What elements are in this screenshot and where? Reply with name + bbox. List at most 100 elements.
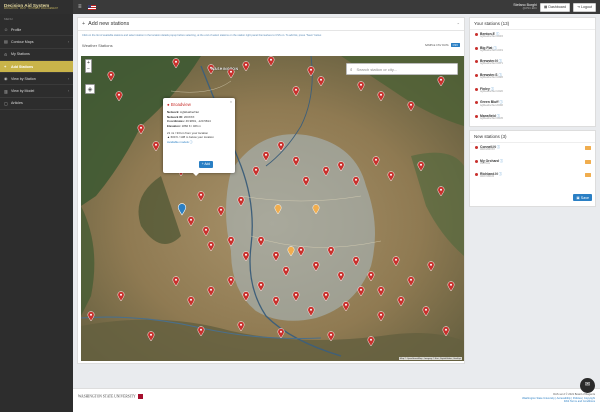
info-icon[interactable]: ⓘ xyxy=(496,145,500,149)
logout-button[interactable]: ⇥ Logout xyxy=(572,2,596,12)
station-markers-layer[interactable] xyxy=(81,56,464,361)
station-pin[interactable] xyxy=(357,81,365,92)
station-pin[interactable] xyxy=(262,151,270,162)
station-pin[interactable] xyxy=(252,166,260,177)
station-pin[interactable] xyxy=(272,251,280,262)
selected-station-pin[interactable] xyxy=(177,203,187,216)
chat-icon[interactable]: ✉ xyxy=(580,378,595,393)
station-pin[interactable] xyxy=(302,176,310,187)
sidebar-item-contour-maps[interactable]: ▤ Contour Maps › xyxy=(0,36,73,49)
save-button[interactable]: ▣ Save xyxy=(573,194,592,201)
your-station-item[interactable]: Finley ⓘ AgWeatherNet 10020 xyxy=(470,85,595,99)
station-pin[interactable] xyxy=(292,86,300,97)
map-search-field[interactable]: ⌕ Search station or city... xyxy=(346,63,458,75)
station-pin[interactable] xyxy=(237,196,245,207)
station-pin[interactable] xyxy=(307,66,315,77)
new-station-item[interactable]: Richland.N ⓘ AWN 330100 xyxy=(470,170,595,184)
station-pin[interactable] xyxy=(387,171,395,182)
your-station-item[interactable]: Brewster.N ⓘ AgWeatherNet 10071 xyxy=(470,57,595,71)
station-pin[interactable] xyxy=(357,286,365,297)
station-pin[interactable] xyxy=(377,286,385,297)
station-pin[interactable] xyxy=(257,281,265,292)
station-pin[interactable] xyxy=(407,101,415,112)
station-pin[interactable] xyxy=(307,306,315,317)
new-station-pin[interactable] xyxy=(287,246,295,257)
station-pin[interactable] xyxy=(327,246,335,257)
zoom-out-button[interactable]: − xyxy=(86,66,91,72)
remove-station-button[interactable] xyxy=(585,173,591,178)
available-models-link[interactable]: Available models ⓘ xyxy=(167,140,231,144)
footer-link-terms[interactable]: DAS Terms and Conditions xyxy=(522,400,595,404)
station-pin[interactable] xyxy=(277,328,285,339)
csv-button[interactable]: CSV xyxy=(450,43,460,47)
station-pin[interactable] xyxy=(147,331,155,342)
station-pin[interactable] xyxy=(447,281,455,292)
station-pin[interactable] xyxy=(442,326,450,337)
new-station-item[interactable]: Connell.N ⓘ AWN 200XXX xyxy=(470,143,595,157)
station-pin[interactable] xyxy=(227,276,235,287)
station-pin[interactable] xyxy=(337,161,345,172)
info-icon[interactable]: ⓘ xyxy=(498,172,502,176)
station-pin[interactable] xyxy=(217,206,225,217)
add-station-button[interactable]: + Add xyxy=(198,161,213,168)
station-pin[interactable] xyxy=(337,271,345,282)
station-pin[interactable] xyxy=(172,276,180,287)
station-pin[interactable] xyxy=(407,276,415,287)
station-pin[interactable] xyxy=(282,266,290,277)
sidebar-item-profile[interactable]: ☺ Profile xyxy=(0,24,73,37)
station-pin[interactable] xyxy=(367,271,375,282)
station-pin[interactable] xyxy=(322,291,330,302)
station-pin[interactable] xyxy=(417,161,425,172)
station-pin[interactable] xyxy=(437,186,445,197)
remove-station-button[interactable] xyxy=(585,146,591,150)
station-pin[interactable] xyxy=(367,336,375,347)
station-pin[interactable] xyxy=(115,91,123,102)
sidebar-item-articles[interactable]: ▢ Articles xyxy=(0,98,73,111)
station-pin[interactable] xyxy=(107,71,115,82)
user-info[interactable]: Stefano Borghi @WSU.EDU xyxy=(513,3,537,11)
csv-download[interactable]: SAMPLE CSV DATA CSV xyxy=(425,43,460,47)
station-pin[interactable] xyxy=(257,236,265,247)
station-pin[interactable] xyxy=(312,261,320,272)
station-pin[interactable] xyxy=(297,246,305,257)
info-icon[interactable]: ⓘ xyxy=(499,159,503,163)
wsu-logo[interactable]: WASHINGTON STATE UNIVERSITY xyxy=(78,394,143,399)
hamburger-icon[interactable]: ≡ xyxy=(78,4,82,10)
station-pin[interactable] xyxy=(427,261,435,272)
your-station-item[interactable]: Benton.E ⓘ AgWeatherNet 10015 xyxy=(470,30,595,44)
station-pin[interactable] xyxy=(342,301,350,312)
station-pin[interactable] xyxy=(197,191,205,202)
station-pin[interactable] xyxy=(242,291,250,302)
close-icon[interactable]: × xyxy=(230,100,232,105)
your-station-item[interactable]: Brewster.S ⓘ AgWeatherNet 10026 xyxy=(470,71,595,85)
station-pin[interactable] xyxy=(152,141,160,152)
station-pin[interactable] xyxy=(372,156,380,167)
station-pin[interactable] xyxy=(207,286,215,297)
station-pin[interactable] xyxy=(137,124,145,135)
your-station-item[interactable]: Green Bluff ⓘ AgWeatherNet 20096 xyxy=(470,98,595,112)
station-pin[interactable] xyxy=(207,241,215,252)
sidebar-item-view-by-station[interactable]: ◉ View by Station › xyxy=(0,73,73,86)
station-pin[interactable] xyxy=(242,251,250,262)
new-station-pin[interactable] xyxy=(312,204,320,215)
sidebar-item-my-stations[interactable]: ⊙ My Stations xyxy=(0,49,73,61)
station-pin[interactable] xyxy=(392,256,400,267)
station-pin[interactable] xyxy=(397,296,405,307)
station-pin[interactable] xyxy=(292,291,300,302)
dashboard-button[interactable]: ▦ Dashboard xyxy=(539,2,570,12)
station-pin[interactable] xyxy=(327,331,335,342)
your-station-item[interactable]: Big Flat ⓘ AgWeatherNet 10019 xyxy=(470,44,595,58)
us-flag-icon[interactable] xyxy=(87,4,96,10)
station-pin[interactable] xyxy=(422,306,430,317)
new-station-item[interactable]: My Orchard ⓘ VIRTUAL xyxy=(470,157,595,171)
station-pin[interactable] xyxy=(352,256,360,267)
station-pin[interactable] xyxy=(187,216,195,227)
station-pin[interactable] xyxy=(237,321,245,332)
brand-logo[interactable]: Decision Aid System IRRIGATION · PEST · N… xyxy=(0,0,73,14)
station-pin[interactable] xyxy=(377,91,385,102)
station-pin[interactable] xyxy=(292,156,300,167)
station-pin[interactable] xyxy=(272,296,280,307)
station-pin[interactable] xyxy=(202,226,210,237)
station-pin[interactable] xyxy=(197,326,205,337)
sidebar-item-add-stations[interactable]: + Add Stations xyxy=(0,60,73,74)
